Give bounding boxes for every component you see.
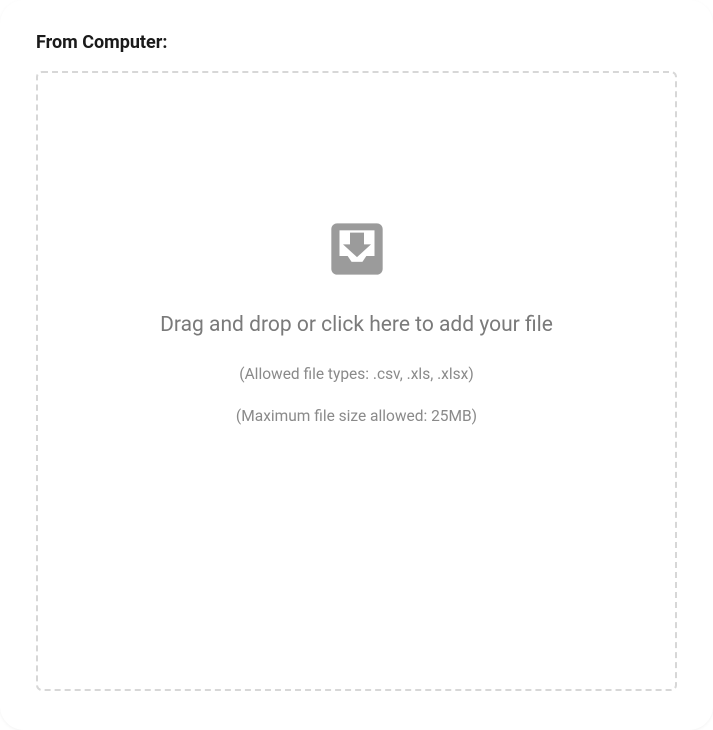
dropzone-allowed-types: (Allowed file types: .csv, .xls, .xlsx) <box>239 365 473 383</box>
section-title: From Computer: <box>36 32 677 53</box>
dropzone-max-size: (Maximum file size allowed: 25MB) <box>236 407 477 425</box>
file-dropzone[interactable]: Drag and drop or click here to add your … <box>36 71 677 691</box>
upload-card: From Computer: Drag and drop or click he… <box>0 0 713 730</box>
dropzone-main-text: Drag and drop or click here to add your … <box>160 313 553 337</box>
download-inbox-icon <box>329 221 385 277</box>
